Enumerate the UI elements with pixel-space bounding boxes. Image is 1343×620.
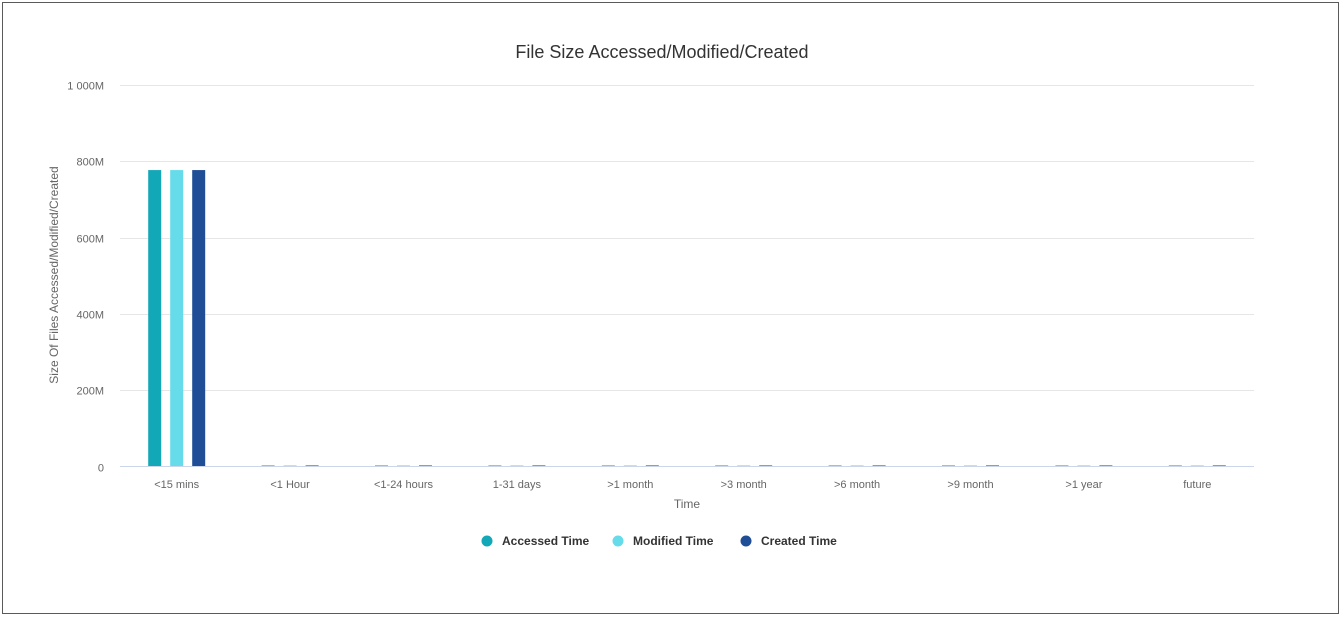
y-tick-label: 1 000M <box>67 81 104 93</box>
x-tick-label: >6 month <box>834 479 880 491</box>
chart-panel: File Size Accessed/Modified/Created 0 200… <box>2 2 1339 614</box>
x-tick-label: 1-31 days <box>493 479 542 491</box>
y-tick-label: 0 <box>98 463 104 475</box>
y-tick-label: 200M <box>76 386 104 398</box>
legend-item[interactable]: Modified Time <box>612 534 714 548</box>
legend-label: Modified Time <box>633 534 714 548</box>
x-tick-label: >1 year <box>1065 479 1102 491</box>
y-tick-label: 800M <box>76 157 104 169</box>
bars <box>148 170 1226 467</box>
x-tick-label: >3 month <box>721 479 767 491</box>
legend-marker <box>740 535 752 547</box>
legend-item[interactable]: Accessed Time <box>481 534 590 548</box>
x-axis-label: Time <box>674 497 701 511</box>
legend-label: Created Time <box>761 534 837 548</box>
y-tick-label: 600M <box>76 234 104 246</box>
legend-marker <box>612 535 624 547</box>
legend-item[interactable]: Created Time <box>740 534 838 548</box>
legend: Accessed Time Modified Time Created Time <box>481 534 838 548</box>
x-axis-ticks: <15 mins <1 Hour <1-24 hours 1-31 days >1 mo… <box>154 479 1211 491</box>
x-tick-label: <1 Hour <box>270 479 310 491</box>
x-tick-label: future <box>1183 479 1211 491</box>
x-tick-label: <15 mins <box>154 479 199 491</box>
bar[interactable] <box>170 170 184 467</box>
y-tick-label: 400M <box>76 310 104 322</box>
x-tick-label: >1 month <box>607 479 653 491</box>
bar[interactable] <box>148 170 162 467</box>
legend-marker <box>481 535 493 547</box>
y-axis-ticks: 0 200M 400M 600M 800M 1 000M <box>67 81 104 475</box>
legend-label: Accessed Time <box>502 534 589 548</box>
bar-chart: File Size Accessed/Modified/Created 0 200… <box>47 42 1254 548</box>
y-axis-label: Size Of Files Accessed/Modified/Created <box>47 166 61 383</box>
gridlines <box>120 85 1254 391</box>
bar[interactable] <box>192 170 206 467</box>
chart-title: File Size Accessed/Modified/Created <box>515 42 808 62</box>
x-tick-label: <1-24 hours <box>374 479 434 491</box>
x-tick-label: >9 month <box>947 479 993 491</box>
